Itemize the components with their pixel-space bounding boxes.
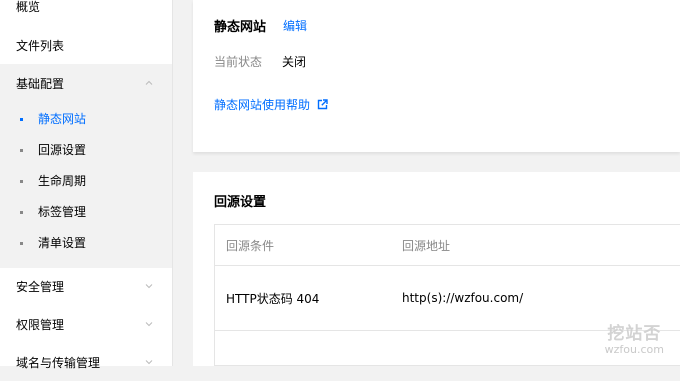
sidebar-item-basic-config[interactable]: 基础配置 (0, 64, 172, 102)
chevron-down-icon (144, 319, 154, 329)
sidebar-item-label: 概览 (16, 0, 40, 15)
sidebar-item-label: 安全管理 (16, 278, 64, 295)
sidebar-subitem-label: 标签管理 (38, 203, 86, 220)
sidebar: 概览 文件列表 基础配置 静态网站 回源设置 生命周期 标签管理 清 (0, 0, 173, 366)
help-link[interactable]: 静态网站使用帮助 (214, 96, 328, 113)
sidebar-subitem-static-website[interactable]: 静态网站 (0, 103, 172, 134)
status-value: 关闭 (282, 53, 306, 70)
sidebar-group-basic-config: 基础配置 静态网站 回源设置 生命周期 标签管理 清单设置 (0, 64, 172, 268)
bullet-icon (20, 118, 23, 121)
watermark-logo: 挖站否 (605, 319, 664, 344)
sidebar-subitem-inventory[interactable]: 清单设置 (0, 227, 172, 258)
column-header-condition: 回源条件 (226, 225, 274, 265)
sidebar-item-label: 基础配置 (16, 75, 64, 92)
sidebar-subitem-label: 清单设置 (38, 234, 86, 251)
static-website-panel: 静态网站 编辑 当前状态 关闭 静态网站使用帮助 (193, 0, 680, 152)
sidebar-subitem-origin-settings[interactable]: 回源设置 (0, 134, 172, 165)
edit-link[interactable]: 编辑 (283, 17, 307, 34)
sidebar-item-security[interactable]: 安全管理 (0, 267, 172, 305)
help-link-label: 静态网站使用帮助 (214, 96, 310, 113)
column-header-address: 回源地址 (402, 225, 450, 265)
sidebar-item-label: 文件列表 (16, 37, 64, 54)
status-label: 当前状态 (214, 53, 262, 70)
cell-address: http(s)://wzfou.com/ (402, 266, 523, 330)
external-link-icon (317, 99, 328, 110)
sidebar-subitem-lifecycle[interactable]: 生命周期 (0, 165, 172, 196)
sidebar-item-overview[interactable]: 概览 (0, 0, 172, 25)
panel-title: 静态网站 (214, 16, 266, 35)
bullet-icon (20, 242, 23, 245)
watermark-domain: wzfou.com (605, 343, 664, 356)
bullet-icon (20, 211, 23, 214)
chevron-down-icon (144, 281, 154, 291)
cell-condition: HTTP状态码 404 (226, 266, 319, 330)
sidebar-item-permissions[interactable]: 权限管理 (0, 305, 172, 343)
sidebar-item-label: 域名与传输管理 (16, 354, 100, 371)
sidebar-item-file-list[interactable]: 文件列表 (0, 26, 172, 64)
bullet-icon (20, 180, 23, 183)
chevron-up-icon (144, 78, 154, 88)
sidebar-item-domain-transfer[interactable]: 域名与传输管理 (0, 343, 172, 381)
sidebar-item-label: 权限管理 (16, 316, 64, 333)
panel-title: 回源设置 (214, 191, 266, 210)
watermark: 挖站否 wzfou.com (605, 319, 664, 356)
sidebar-subitem-label: 回源设置 (38, 141, 86, 158)
bullet-icon (20, 149, 23, 152)
sidebar-subitem-label: 生命周期 (38, 172, 86, 189)
sidebar-subitem-tag-management[interactable]: 标签管理 (0, 196, 172, 227)
table-header: 回源条件 回源地址 (215, 225, 680, 266)
sidebar-subitem-label: 静态网站 (38, 110, 86, 127)
